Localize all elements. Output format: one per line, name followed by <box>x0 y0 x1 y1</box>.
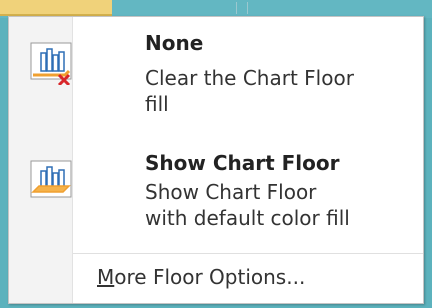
description-line: Show Chart Floor <box>145 180 317 204</box>
menu-item-none[interactable]: None Clear the Chart Floor fill <box>9 17 423 143</box>
menu-item-description: Show Chart Floor with default color fill <box>145 179 350 231</box>
accelerator-key: M <box>97 265 115 289</box>
ribbon-tab-highlight <box>0 0 112 16</box>
more-floor-options-label: More Floor Options... <box>97 265 305 289</box>
menu-item-description: Clear the Chart Floor fill <box>145 65 354 117</box>
menu-item-title: None <box>145 31 204 55</box>
chart-floor-none-icon <box>29 41 73 85</box>
more-floor-options-text: ore Floor Options... <box>114 265 306 289</box>
description-line: fill <box>145 92 169 116</box>
chart-floor-show-icon <box>29 159 73 203</box>
chart-floor-dropdown-menu: None Clear the Chart Floor fill Show Cha… <box>8 16 424 304</box>
menu-separator <box>73 253 423 254</box>
description-line: with default color fill <box>145 206 350 230</box>
description-line: Clear the Chart Floor <box>145 66 354 90</box>
menu-item-show-chart-floor[interactable]: Show Chart Floor Show Chart Floor with d… <box>9 143 423 251</box>
ribbon-divider <box>236 2 248 14</box>
menu-item-more-floor-options[interactable]: More Floor Options... <box>9 255 423 303</box>
menu-item-title: Show Chart Floor <box>145 151 340 175</box>
